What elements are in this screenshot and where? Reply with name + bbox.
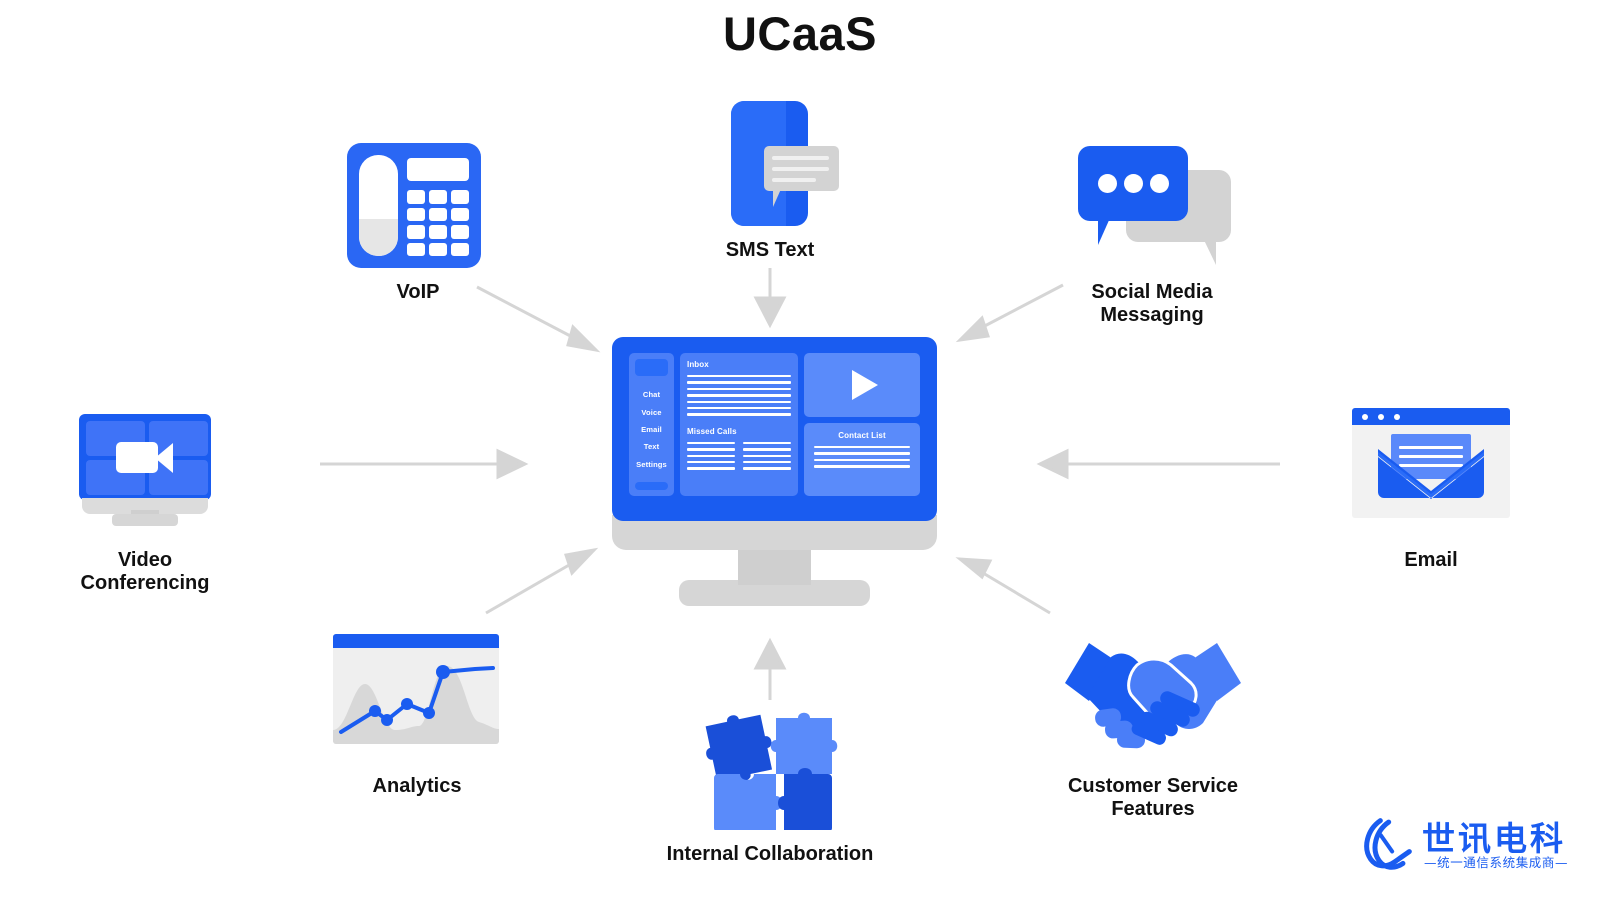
node-label-sms: SMS Text	[725, 239, 815, 261]
puzzle-pieces-icon	[700, 712, 840, 832]
list-item	[687, 387, 791, 391]
list-item	[743, 454, 791, 457]
monitor-bezel: Chat Voice Email Text Settings Inbox Mis…	[612, 337, 937, 521]
missed-calls-column	[743, 441, 791, 470]
arrow-video-to-hub	[320, 448, 529, 480]
list-item	[687, 413, 791, 416]
arrow-customer-to-hub	[955, 557, 1051, 615]
envelope-window-icon	[1352, 408, 1510, 518]
inbox-rows	[687, 375, 791, 416]
dashboard-sidebar: Chat Voice Email Text Settings	[629, 353, 674, 496]
ucaas-dashboard-monitor: Chat Voice Email Text Settings Inbox Mis…	[612, 337, 937, 622]
arrow-social-to-hub	[955, 283, 1064, 343]
list-item	[743, 460, 791, 464]
list-item	[687, 441, 735, 445]
sidebar-item-text[interactable]: Text	[644, 442, 659, 451]
arrow-collaboration-to-hub	[753, 637, 787, 700]
list-item	[687, 454, 735, 457]
list-item	[743, 441, 791, 445]
list-item	[743, 467, 791, 470]
list-item	[687, 406, 791, 410]
contact-list-panel: Contact List	[804, 423, 920, 496]
list-item	[687, 394, 791, 397]
list-item	[687, 460, 735, 464]
list-item	[687, 400, 791, 403]
missed-calls-column	[687, 441, 735, 470]
sidebar-item-settings[interactable]: Settings	[636, 460, 667, 469]
company-watermark: 世讯电科 —统一通信系统集成商—	[1356, 808, 1592, 880]
inbox-missedcalls-panel: Inbox Missed Calls	[680, 353, 798, 496]
node-label-analytics: Analytics	[372, 775, 462, 797]
sidebar-item-email[interactable]: Email	[641, 425, 662, 434]
list-item	[814, 452, 910, 455]
sidebar-item-chat[interactable]: Chat	[643, 390, 660, 399]
list-item	[814, 446, 910, 449]
sidebar-logo-block	[635, 359, 668, 376]
arrow-email-to-hub	[1036, 448, 1280, 480]
phone-message-icon	[731, 101, 839, 226]
list-item	[687, 381, 791, 384]
company-tagline-cn: —统一通信系统集成商—	[1424, 855, 1569, 870]
monitor-neck	[738, 547, 811, 585]
monitor-camera-icon	[79, 414, 211, 526]
infographic-canvas: UCaaS VoIP SMS Text Social Media Messagi…	[0, 0, 1600, 902]
list-item	[814, 458, 910, 462]
node-label-email: Email	[1404, 549, 1458, 571]
contact-list-rows	[814, 446, 910, 468]
node-label-voip: VoIP	[396, 281, 440, 303]
desk-phone-icon	[347, 143, 481, 268]
node-label-collaboration: Internal Collaboration	[666, 843, 874, 865]
line-chart-window-icon	[333, 634, 499, 744]
chat-bubbles-icon	[1078, 146, 1231, 266]
sidebar-item-voice[interactable]: Voice	[641, 408, 661, 417]
contact-list-title: Contact List	[838, 431, 886, 440]
sidebar-bottom-block	[635, 482, 668, 490]
node-label-video: Video Conferencing	[80, 549, 210, 595]
list-item	[687, 448, 735, 451]
list-item	[743, 448, 791, 451]
company-logo-mark	[1364, 818, 1412, 870]
missed-calls-rows	[687, 441, 791, 470]
arrow-analytics-to-hub	[485, 547, 599, 615]
arrow-sms-to-hub	[753, 268, 787, 329]
node-label-social: Social Media Messaging	[1091, 281, 1213, 327]
inbox-title: Inbox	[687, 360, 709, 369]
page-title: UCaaS	[722, 7, 877, 60]
handshake-icon	[1063, 635, 1243, 757]
list-item	[687, 467, 735, 470]
list-item	[687, 375, 791, 378]
video-preview-panel[interactable]	[804, 353, 920, 417]
list-item	[814, 465, 910, 468]
node-label-customer: Customer Service Features	[1067, 775, 1239, 821]
play-icon[interactable]	[852, 370, 878, 400]
missed-calls-title: Missed Calls	[687, 426, 737, 436]
